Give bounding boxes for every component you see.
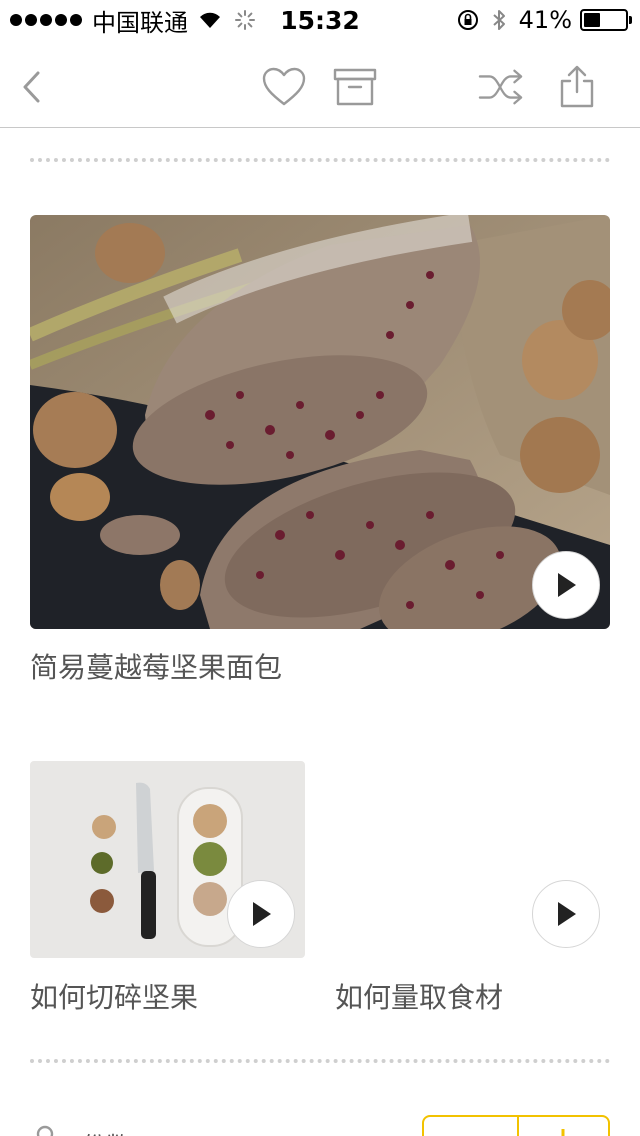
back-button[interactable]: [8, 64, 54, 110]
rotation-lock-icon: [457, 10, 478, 30]
share-button[interactable]: [554, 64, 600, 110]
video-1-play-button[interactable]: [227, 880, 295, 948]
heart-icon: [262, 67, 306, 106]
shuffle-icon: [478, 69, 523, 105]
video-2-play-button[interactable]: [532, 880, 600, 948]
share-icon: [560, 65, 594, 108]
favorite-button[interactable]: [261, 64, 307, 110]
archive-button[interactable]: [332, 64, 378, 110]
status-right: 41%: [457, 6, 632, 34]
stepper-divider: [517, 1117, 519, 1136]
bread-photo: [30, 215, 610, 629]
servings-label: 份数: [82, 1126, 130, 1136]
featured-play-button[interactable]: [532, 551, 600, 619]
back-chevron-icon: [23, 71, 40, 103]
video-2-title[interactable]: 如何量取食材: [335, 976, 503, 1016]
battery-level-fill: [584, 13, 600, 27]
servings-stepper[interactable]: [422, 1115, 610, 1136]
shuffle-button[interactable]: [478, 64, 524, 110]
plus-icon[interactable]: [548, 1127, 578, 1136]
play-icon: [558, 902, 576, 926]
bluetooth-icon: [492, 10, 505, 30]
servings-row: 份数: [0, 1100, 640, 1136]
video-thumbnail-measure-ingredients[interactable]: [335, 761, 610, 958]
archive-box-icon: [333, 68, 377, 106]
navigation-bar: [0, 44, 640, 128]
play-icon: [558, 573, 576, 597]
section-divider: [30, 1059, 610, 1063]
featured-video-thumbnail[interactable]: [30, 215, 610, 629]
featured-video-title[interactable]: 简易蔓越莓坚果面包: [30, 646, 282, 686]
battery-icon: [580, 9, 632, 31]
battery-percentage: 41%: [518, 6, 572, 34]
person-icon: [36, 1125, 54, 1136]
section-divider: [30, 158, 610, 162]
status-bar: 中国联通 15:32 41%: [0, 0, 640, 40]
video-thumbnail-chop-nuts[interactable]: [30, 761, 305, 958]
play-icon: [253, 902, 271, 926]
video-1-title[interactable]: 如何切碎坚果: [30, 976, 198, 1016]
